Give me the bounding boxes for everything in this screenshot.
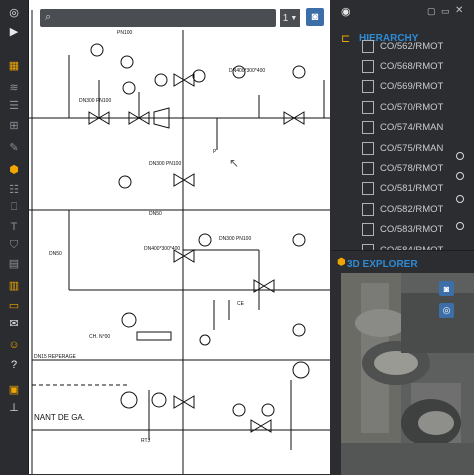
pid-diagram: PN100 DN400*300*400 DN300 PN100 DN300 PN… — [29, 10, 330, 474]
chevron-down-icon: ▼ — [290, 14, 298, 22]
left-toolbar: ◎ ▶ ▦ ≋ ☰ ⊞ ✎ ⬢ ☷ ⎕ T ⛉ ▤ ▥ ▭ ✉ ☺ ? ▣ ⊥ — [0, 0, 29, 474]
text-icon[interactable]: T — [6, 220, 22, 234]
play-icon[interactable]: ◉ — [341, 5, 351, 18]
3d-explorer-panel: ⬢ 3D EXPLORER ◙ ◎ — [331, 250, 474, 475]
label-dn300a: DN300 PN100 — [79, 98, 111, 104]
label-chmod: CH. N°00 — [89, 334, 110, 340]
comment-icon[interactable]: ✉ — [6, 316, 22, 330]
close-icon[interactable]: ✕ — [455, 5, 463, 16]
document-icon — [362, 121, 374, 135]
stack-icon[interactable]: ☷ — [6, 182, 22, 196]
window-icon[interactable]: ▢ — [427, 6, 436, 17]
user-icon[interactable]: ☺ — [6, 338, 22, 352]
pid-drawing-canvas[interactable]: PN100 DN400*300*400 DN300 PN100 DN300 PN… — [29, 0, 330, 474]
play-icon[interactable]: ▶ — [6, 24, 22, 38]
document-icon — [362, 162, 374, 176]
cube-icon[interactable]: ⬢ — [6, 162, 22, 176]
help-icon[interactable]: ? — [6, 358, 22, 372]
panel-header: ◉ ▢ ▭ ✕ — [331, 0, 474, 26]
layers-icon[interactable]: ≋ — [6, 80, 22, 94]
camera-button[interactable]: ◙ — [439, 281, 454, 296]
chart-icon[interactable]: ▥ — [6, 278, 22, 292]
toolbox-icon[interactable]: ▭ — [6, 298, 22, 312]
document-icon — [362, 223, 374, 237]
explorer-title: 3D EXPLORER — [347, 259, 418, 270]
label-dn15d: DN15 REPERAGE — [34, 354, 77, 360]
label-dn50b: DN50 — [49, 251, 62, 257]
list-item[interactable]: CO/568/RMOT — [362, 56, 474, 76]
3d-viewport[interactable] — [341, 273, 474, 475]
list-item[interactable]: CO/570/RMOT — [362, 97, 474, 117]
label-dn50a: DN50 — [149, 211, 162, 217]
camera-icon: ◙ — [311, 11, 319, 23]
page-number: 1 — [282, 12, 289, 24]
label-p: P — [213, 149, 217, 155]
page-selector[interactable]: 1 ▼ — [280, 9, 300, 27]
label-pn100a: PN100 — [117, 30, 133, 36]
document-icon — [362, 39, 374, 53]
bookmark-icon[interactable]: ⎕ — [6, 200, 22, 214]
grid-icon[interactable]: ⊞ — [6, 118, 22, 132]
search-input[interactable] — [58, 11, 272, 26]
3d-scene — [341, 273, 474, 475]
document-icon — [362, 141, 374, 155]
minimize-icon[interactable]: ▭ — [441, 6, 450, 17]
target-icon: ◎ — [442, 305, 451, 315]
hierarchy-icon: ⊏ — [341, 33, 351, 45]
pencil-icon[interactable]: ✎ — [6, 140, 22, 154]
shield-icon[interactable]: ⛉ — [6, 238, 22, 252]
mouse-cursor: ↖ — [229, 156, 240, 170]
label-dn300c: DN300 PN100 — [219, 236, 251, 242]
document-icon — [362, 202, 374, 216]
scroll-handle[interactable] — [456, 172, 464, 180]
label-dn300b: DN300 PN100 — [149, 161, 181, 167]
cube-icon: ⬢ — [337, 257, 346, 268]
buildings-icon[interactable]: ▦ — [6, 58, 22, 72]
scroll-handle[interactable] — [456, 195, 464, 203]
scroll-handle[interactable] — [456, 222, 464, 230]
search-icon: ⌕ — [45, 11, 52, 23]
camera-button[interactable]: ◙ — [306, 8, 324, 26]
calendar-icon[interactable]: ▤ — [6, 256, 22, 270]
ring-icon[interactable]: ◎ — [6, 5, 22, 19]
list-item[interactable]: CO/574/RMAN — [362, 118, 474, 138]
document-icon — [362, 60, 374, 74]
sitemap-icon[interactable]: ⊥ — [6, 400, 22, 414]
document-icon — [362, 80, 374, 94]
scroll-handle[interactable] — [456, 152, 464, 160]
folder-icon[interactable]: ▣ — [6, 382, 22, 396]
document-icon — [362, 182, 374, 196]
label-nant: NANT DE GA. — [34, 413, 85, 422]
search-bar[interactable]: ⌕ — [40, 9, 276, 27]
camera-icon: ◙ — [443, 283, 450, 294]
list-item[interactable]: CO/569/RMOT — [362, 77, 474, 97]
label-dn400: DN400*300*400 — [229, 68, 265, 74]
label-rtj: RTJ — [141, 438, 151, 444]
label-dn400b: DN400*300*400 — [144, 246, 180, 252]
list-icon[interactable]: ☰ — [6, 98, 22, 112]
document-icon — [362, 100, 374, 114]
target-button[interactable]: ◎ — [439, 303, 454, 318]
label-ce: CE — [237, 301, 245, 307]
list-item[interactable]: CO/562/RMOT — [362, 36, 474, 56]
